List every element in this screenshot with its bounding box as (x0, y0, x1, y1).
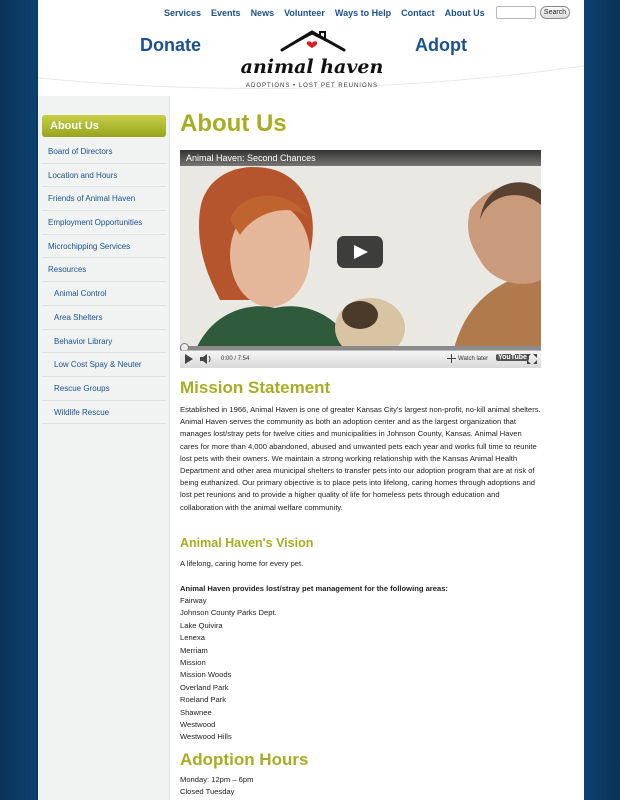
list-item: Westwood Hills (180, 732, 232, 742)
sidebar: About Us Board of Directors Location and… (38, 96, 170, 800)
list-item: Mission Woods (180, 670, 232, 680)
sidebar-item-animal-control[interactable]: Animal Control (42, 282, 166, 306)
nav-contact[interactable]: Contact (401, 8, 435, 18)
sidebar-item-area-shelters[interactable]: Area Shelters (42, 306, 166, 330)
list-item: Merriam (180, 645, 208, 655)
search-button[interactable]: Search (540, 6, 570, 19)
search-input[interactable] (496, 6, 536, 19)
volume-icon[interactable] (200, 354, 212, 366)
watch-later-icon[interactable] (447, 354, 456, 365)
right-background-band (584, 0, 620, 800)
list-item: Johnson County Parks Dept. (180, 608, 277, 618)
play-icon[interactable] (185, 354, 193, 366)
donate-link[interactable]: Donate (140, 35, 201, 56)
areas-list: Fairway Johnson County Parks Dept. Lake … (180, 595, 277, 744)
youtube-logo[interactable]: YouTube (496, 354, 529, 361)
fullscreen-icon[interactable] (527, 354, 537, 366)
logo-tagline: ADOPTIONS • LOST PET REUNIONS (246, 83, 378, 89)
sidebar-item-employment[interactable]: Employment Opportunities (42, 211, 166, 235)
list-item: Roeland Park (180, 695, 227, 705)
adoption-hours-list: Monday: 12pm – 6pm Closed Tuesday (180, 774, 253, 799)
nav-news[interactable]: News (251, 8, 275, 18)
nav-volunteer[interactable]: Volunteer (284, 8, 325, 18)
adoption-hours-heading: Adoption Hours (180, 750, 309, 769)
nav-ways-to-help[interactable]: Ways to Help (335, 8, 391, 18)
list-item: Lake Quivira (180, 620, 223, 630)
video-time: 0:00 / 7:54 (221, 356, 250, 362)
sidebar-item-resources[interactable]: Resources (42, 258, 166, 283)
adopt-link[interactable]: Adopt (415, 35, 467, 56)
sidebar-list: Board of Directors Location and Hours Fr… (42, 140, 166, 425)
play-button[interactable] (337, 236, 383, 268)
mission-text: Established in 1966, Animal Haven is one… (180, 405, 541, 512)
video-controls: 0:00 / 7:54 Watch later YouTube (180, 350, 541, 368)
vision-text: A lifelong, caring home for every pet. (180, 559, 304, 568)
sidebar-item-low-cost-spay[interactable]: Low Cost Spay & Neuter (42, 353, 166, 377)
list-item: Mission (180, 658, 206, 668)
sidebar-item-location-and-hours[interactable]: Location and Hours (42, 164, 166, 188)
areas-heading: Animal Haven provides lost/stray pet man… (180, 584, 448, 593)
top-nav: Services Events News Volunteer Ways to H… (164, 8, 495, 18)
video-player[interactable]: Animal Haven: Second Chances 0:00 / 7:54… (180, 150, 541, 368)
list-item: Closed Tuesday (180, 787, 235, 797)
sidebar-item-rescue-groups[interactable]: Rescue Groups (42, 377, 166, 401)
watch-later-button[interactable]: Watch later (458, 356, 488, 362)
page-title: About Us (180, 110, 287, 137)
nav-about-us[interactable]: About Us (445, 8, 485, 18)
nav-events[interactable]: Events (211, 8, 241, 18)
sidebar-item-behavior-library[interactable]: Behavior Library (42, 330, 166, 354)
site-header: Services Events News Volunteer Ways to H… (38, 0, 584, 100)
left-background-band (0, 0, 36, 800)
sidebar-item-wildlife-rescue[interactable]: Wildlife Rescue (42, 401, 166, 425)
main-content: About Us Animal Haven: Second Chances 0:… (180, 96, 580, 800)
list-item: Overland Park (180, 682, 229, 692)
sidebar-item-about-us[interactable]: About Us (42, 115, 166, 137)
sidebar-item-friends[interactable]: Friends of Animal Haven (42, 187, 166, 212)
page-container: Services Events News Volunteer Ways to H… (38, 0, 584, 800)
list-item: Lenexa (180, 633, 205, 643)
nav-services[interactable]: Services (164, 8, 201, 18)
list-item: Monday: 12pm – 6pm (180, 775, 254, 784)
list-item: Westwood (180, 720, 216, 730)
mission-heading: Mission Statement (180, 378, 331, 397)
list-item: Fairway (180, 596, 207, 605)
video-title[interactable]: Animal Haven: Second Chances (180, 150, 541, 166)
sidebar-item-board-of-directors[interactable]: Board of Directors (42, 140, 166, 164)
vision-heading: Animal Haven's Vision (180, 536, 314, 550)
list-item: Shawnee (180, 707, 212, 717)
sidebar-item-microchipping[interactable]: Microchipping Services (42, 235, 166, 259)
logo-wordmark: animal haven (240, 56, 384, 78)
animal-haven-logo[interactable]: animal haven ADOPTIONS • LOST PET REUNIO… (224, 26, 400, 98)
